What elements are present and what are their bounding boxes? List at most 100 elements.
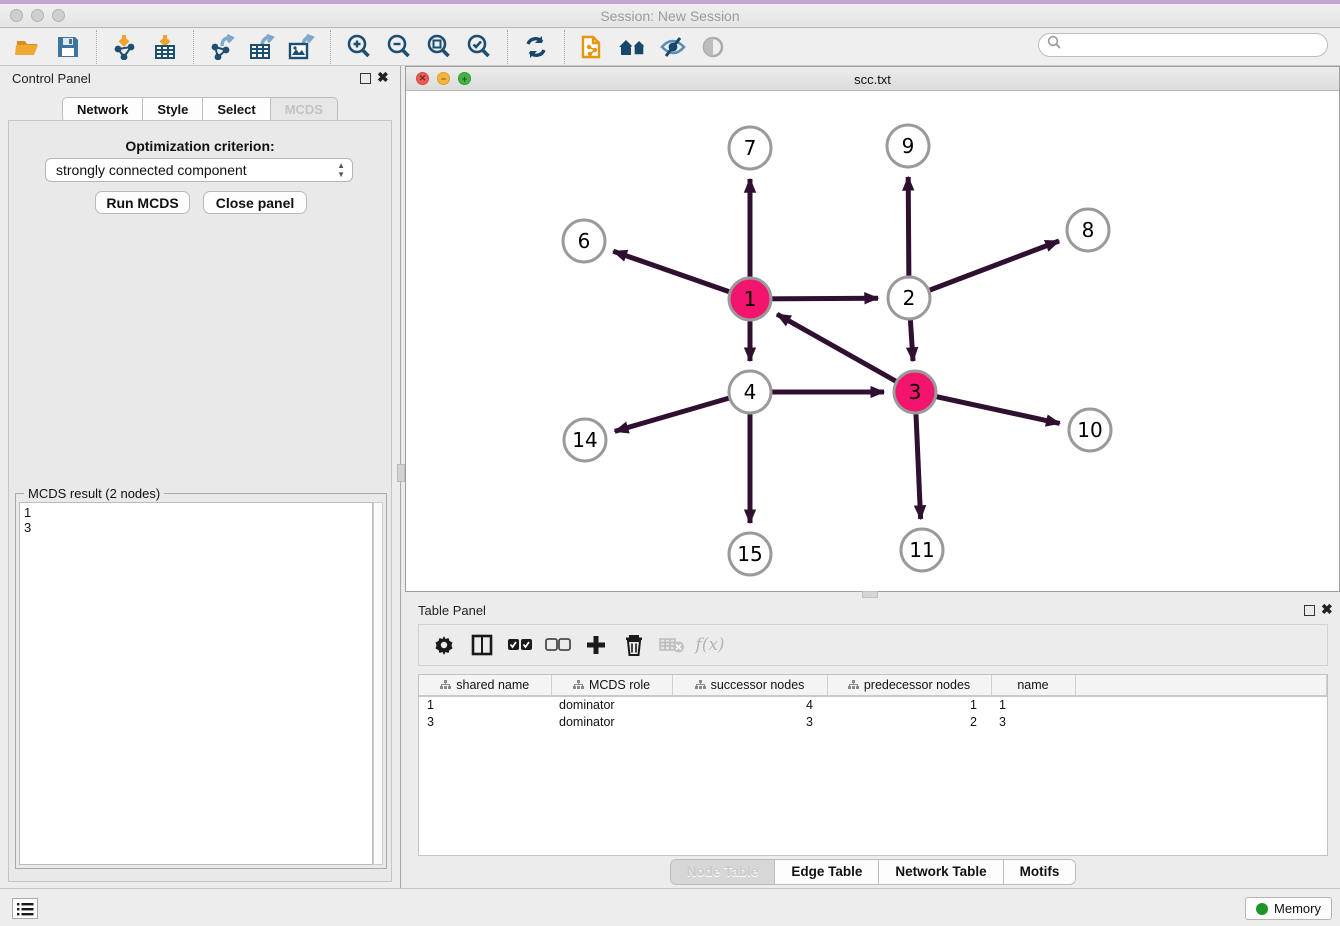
graph-node-label-8: 8 (1082, 218, 1095, 242)
search-input[interactable] (1062, 35, 1327, 55)
chevron-up-down-icon: ▲▼ (337, 161, 345, 179)
hierarchy-icon (848, 679, 859, 693)
horizontal-splitter-handle[interactable] (862, 591, 878, 598)
main-toolbar (0, 28, 1340, 66)
control-panel-header: Control Panel ✖ (0, 66, 400, 92)
hierarchy-icon (573, 679, 584, 693)
open-session-icon[interactable] (11, 32, 45, 62)
table-close-panel-icon[interactable]: ✖ (1321, 602, 1333, 616)
graph-node-label-7: 7 (744, 136, 757, 160)
refresh-layout-icon[interactable] (519, 32, 553, 62)
table-panel: Table Panel ✖ (406, 598, 1340, 888)
float-panel-icon[interactable] (360, 73, 371, 84)
copy-network-icon[interactable] (576, 32, 610, 62)
select-all-icon[interactable] (505, 630, 535, 660)
graph-node-label-9: 9 (902, 134, 915, 158)
table-toolbar: f(x) (418, 624, 1328, 666)
table-cell[interactable]: 3 (419, 713, 551, 730)
hide-selected-icon[interactable] (656, 32, 690, 62)
table-cell[interactable]: dominator (551, 696, 672, 713)
tab-motifs[interactable]: Motifs (1004, 859, 1077, 885)
table-cell-filler (1075, 713, 1327, 730)
graph-edge-3-1[interactable] (777, 314, 915, 392)
column-header-MCDS-role[interactable]: MCDS role (551, 675, 672, 696)
save-session-icon[interactable] (51, 32, 85, 62)
table-cell[interactable]: 1 (991, 696, 1075, 713)
graph-node-label-2: 2 (903, 286, 916, 310)
zoom-in-icon[interactable] (342, 32, 376, 62)
graph-node-label-4: 4 (744, 380, 757, 404)
show-columns-icon[interactable] (467, 630, 497, 660)
window-title: Session: New Session (0, 8, 1340, 24)
status-bar: Memory (0, 888, 1340, 926)
tab-network-table[interactable]: Network Table (879, 859, 1003, 885)
graph-node-label-3: 3 (909, 380, 922, 404)
network-view-window: ✕ − + scc.txt 7968124314101511 (405, 66, 1340, 592)
table-cell[interactable]: 1 (827, 696, 991, 713)
show-all-icon[interactable] (696, 32, 730, 62)
column-header-predecessor-nodes[interactable]: predecessor nodes (827, 675, 991, 696)
table-panel-tabs: Node TableEdge TableNetwork TableMotifs (406, 859, 1340, 885)
mcds-result-text[interactable]: 1 3 (19, 502, 373, 865)
close-panel-icon[interactable]: ✖ (377, 70, 389, 84)
export-network-icon[interactable] (205, 32, 239, 62)
zoom-out-icon[interactable] (382, 32, 416, 62)
criterion-selected-value: strongly connected component (56, 162, 247, 178)
run-mcds-button[interactable]: Run MCDS (95, 191, 190, 214)
app-window: Session: New Session (0, 0, 1340, 926)
memory-button[interactable]: Memory (1245, 897, 1332, 920)
function-builder-icon[interactable]: f(x) (695, 630, 725, 660)
mcds-result-group: MCDS result (2 nodes) 1 3 (15, 493, 387, 869)
task-history-button[interactable] (12, 898, 38, 919)
table-row[interactable]: 3dominator323 (419, 713, 1327, 730)
search-field[interactable] (1038, 33, 1328, 57)
deselect-all-icon[interactable] (543, 630, 573, 660)
graph-node-label-14: 14 (572, 428, 597, 452)
import-network-icon[interactable] (108, 32, 142, 62)
hierarchy-icon (695, 679, 706, 693)
table-cell[interactable]: 1 (419, 696, 551, 713)
criterion-select[interactable]: strongly connected component ▲▼ (45, 158, 353, 182)
graph-node-label-1: 1 (744, 287, 757, 311)
first-neighbors-icon[interactable] (616, 32, 650, 62)
table-cell[interactable]: 2 (827, 713, 991, 730)
delete-table-icon[interactable] (657, 630, 687, 660)
column-header-successor-nodes[interactable]: successor nodes (672, 675, 827, 696)
search-icon (1047, 35, 1062, 55)
node-table[interactable]: shared nameMCDS rolesuccessor nodesprede… (418, 674, 1328, 856)
add-column-icon[interactable] (581, 630, 611, 660)
table-settings-icon[interactable] (429, 630, 459, 660)
close-panel-button[interactable]: Close panel (203, 191, 307, 214)
delete-column-icon[interactable] (619, 630, 649, 660)
zoom-selected-icon[interactable] (462, 32, 496, 62)
mcds-tab-content: Optimization criterion: strongly connect… (8, 120, 392, 882)
vertical-splitter-handle[interactable] (397, 464, 405, 482)
column-header-shared-name[interactable]: shared name (419, 675, 551, 696)
graph-node-label-10: 10 (1077, 418, 1102, 442)
table-row[interactable]: 1dominator411 (419, 696, 1327, 713)
tab-edge-table[interactable]: Edge Table (775, 859, 879, 885)
control-panel-title: Control Panel (12, 71, 91, 86)
control-panel: Control Panel ✖ NetworkStyleSelectMCDS O… (0, 66, 400, 888)
import-table-icon[interactable] (148, 32, 182, 62)
table-float-panel-icon[interactable] (1304, 605, 1315, 616)
titlebar-accent (0, 0, 1340, 4)
table-panel-header: Table Panel ✖ (406, 598, 1340, 624)
export-table-icon[interactable] (245, 32, 279, 62)
table-cell[interactable]: 4 (672, 696, 827, 713)
column-header-name[interactable]: name (991, 675, 1075, 696)
table-cell[interactable]: 3 (991, 713, 1075, 730)
export-image-icon[interactable] (285, 32, 319, 62)
table-cell[interactable]: dominator (551, 713, 672, 730)
zoom-fit-icon[interactable] (422, 32, 456, 62)
result-scrollbar[interactable] (373, 502, 383, 865)
table-cell[interactable]: 3 (672, 713, 827, 730)
network-graph[interactable]: 7968124314101511 (406, 91, 1339, 591)
memory-status-icon (1256, 903, 1268, 915)
tab-node-table[interactable]: Node Table (670, 859, 776, 885)
network-view-titlebar: ✕ − + scc.txt (406, 67, 1339, 91)
graph-node-label-6: 6 (578, 229, 591, 253)
graph-edge-2-8[interactable] (909, 241, 1059, 298)
column-header-filler (1075, 675, 1327, 696)
network-canvas[interactable]: 7968124314101511 (406, 91, 1339, 591)
